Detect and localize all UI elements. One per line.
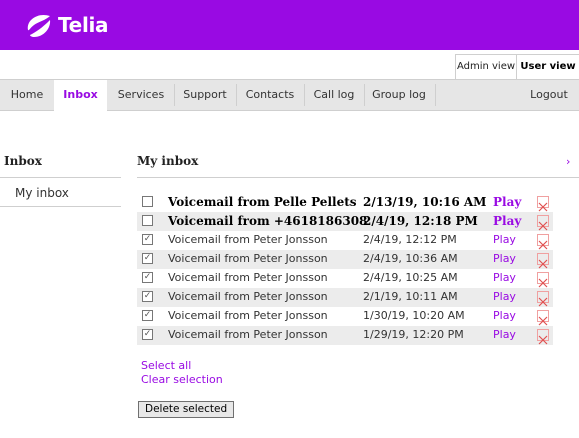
nav-divider (304, 84, 305, 106)
nav-call-log[interactable]: Call log (307, 80, 361, 110)
brand-name: Telia (58, 13, 109, 37)
message-subject[interactable]: Voicemail from Peter Jonsson (168, 271, 328, 284)
message-date: 1/30/19, 10:20 AM (363, 309, 465, 322)
message-date: 1/29/19, 12:20 PM (363, 328, 464, 341)
nav-inbox[interactable]: Inbox (54, 80, 107, 111)
message-subject[interactable]: Voicemail from Pelle Pellets (168, 195, 357, 209)
page-title: My inbox (137, 154, 199, 168)
table-row[interactable]: ✓ Voicemail from Peter Jonsson 2/4/19, 10:… (137, 250, 553, 269)
message-subject[interactable]: Voicemail from +4618186308 (168, 214, 367, 228)
message-date: 2/13/19, 10:16 AM (363, 195, 487, 209)
row-checkbox[interactable]: ✓ (142, 310, 153, 321)
row-checkbox[interactable]: ✓ (142, 253, 153, 264)
play-link[interactable]: Play (493, 195, 521, 209)
nav-group-log[interactable]: Group log (367, 80, 431, 110)
header-bar: Telia (0, 0, 579, 50)
message-subject[interactable]: Voicemail from Peter Jonsson (168, 290, 328, 303)
nav-divider (435, 84, 436, 106)
message-list: Voicemail from Pelle Pellets 2/13/19, 10:… (137, 193, 553, 345)
play-link[interactable]: Play (493, 309, 516, 322)
user-view-tab[interactable]: User view (516, 54, 579, 79)
nav-home[interactable]: Home (4, 80, 50, 110)
telia-pebble-icon (27, 14, 51, 37)
message-date: 2/4/19, 10:25 AM (363, 271, 458, 284)
delete-icon[interactable] (537, 310, 549, 326)
row-checkbox[interactable]: ✓ (142, 272, 153, 283)
message-subject[interactable]: Voicemail from Peter Jonsson (168, 309, 328, 322)
select-all-link[interactable]: Select all (141, 359, 191, 372)
delete-icon[interactable] (537, 215, 549, 231)
view-switcher: Admin view User view (0, 50, 579, 79)
nav-services[interactable]: Services (111, 80, 171, 110)
row-checkbox[interactable]: ✓ (142, 329, 153, 340)
delete-selected-button[interactable]: Delete selected (138, 401, 235, 418)
message-subject[interactable]: Voicemail from Peter Jonsson (168, 252, 328, 265)
chevron-right-icon[interactable]: › (566, 155, 570, 168)
table-row[interactable]: ✓ Voicemail from Peter Jonsson 1/29/19, 12… (137, 326, 553, 345)
play-link[interactable]: Play (493, 271, 516, 284)
play-link[interactable]: Play (493, 328, 516, 341)
telia-logo[interactable]: Telia (24, 9, 109, 41)
delete-icon[interactable] (537, 272, 549, 288)
play-link[interactable]: Play (493, 233, 516, 246)
nav-divider (236, 84, 237, 106)
table-row[interactable]: ✓ Voicemail from Peter Jonsson 1/30/19, 10… (137, 307, 553, 326)
delete-icon[interactable] (537, 291, 549, 307)
clear-selection-link[interactable]: Clear selection (141, 373, 223, 386)
nav-contacts[interactable]: Contacts (239, 80, 301, 110)
nav-divider (364, 84, 365, 106)
main-nav: Home Inbox Services Support Contacts Cal… (0, 79, 579, 111)
delete-icon[interactable] (537, 329, 549, 345)
message-date: 2/4/19, 12:12 PM (363, 233, 457, 246)
row-checkbox[interactable]: ✓ (142, 291, 153, 302)
message-date: 2/4/19, 12:18 PM (363, 214, 478, 228)
sidebar-item-my-inbox[interactable]: My inbox (15, 186, 69, 200)
play-link[interactable]: Play (493, 290, 516, 303)
table-row[interactable]: ✓ Voicemail from Peter Jonsson 2/1/19, 10:… (137, 288, 553, 307)
row-checkbox[interactable] (142, 196, 153, 207)
play-link[interactable]: Play (493, 214, 521, 228)
row-checkbox[interactable]: ✓ (142, 234, 153, 245)
logout-link[interactable]: Logout (524, 80, 574, 110)
delete-icon[interactable] (537, 196, 549, 212)
sidebar-divider (0, 177, 121, 178)
delete-icon[interactable] (537, 253, 549, 269)
nav-divider (174, 84, 175, 106)
message-date: 2/4/19, 10:36 AM (363, 252, 458, 265)
sidebar-title: Inbox (4, 154, 42, 168)
delete-icon[interactable] (537, 234, 549, 250)
table-row[interactable]: ✓ Voicemail from Peter Jonsson 2/4/19, 12:… (137, 231, 553, 250)
row-checkbox[interactable] (142, 215, 153, 226)
play-link[interactable]: Play (493, 252, 516, 265)
sidebar-divider (0, 206, 121, 207)
message-date: 2/1/19, 10:11 AM (363, 290, 458, 303)
title-divider (137, 177, 579, 178)
message-subject[interactable]: Voicemail from Peter Jonsson (168, 328, 328, 341)
table-row[interactable]: Voicemail from +4618186308 2/4/19, 12:18 … (137, 212, 553, 231)
message-subject[interactable]: Voicemail from Peter Jonsson (168, 233, 328, 246)
table-row[interactable]: ✓ Voicemail from Peter Jonsson 2/4/19, 10:… (137, 269, 553, 288)
admin-view-tab[interactable]: Admin view (455, 54, 517, 79)
table-row[interactable]: Voicemail from Pelle Pellets 2/13/19, 10:… (137, 193, 553, 212)
nav-support[interactable]: Support (177, 80, 233, 110)
